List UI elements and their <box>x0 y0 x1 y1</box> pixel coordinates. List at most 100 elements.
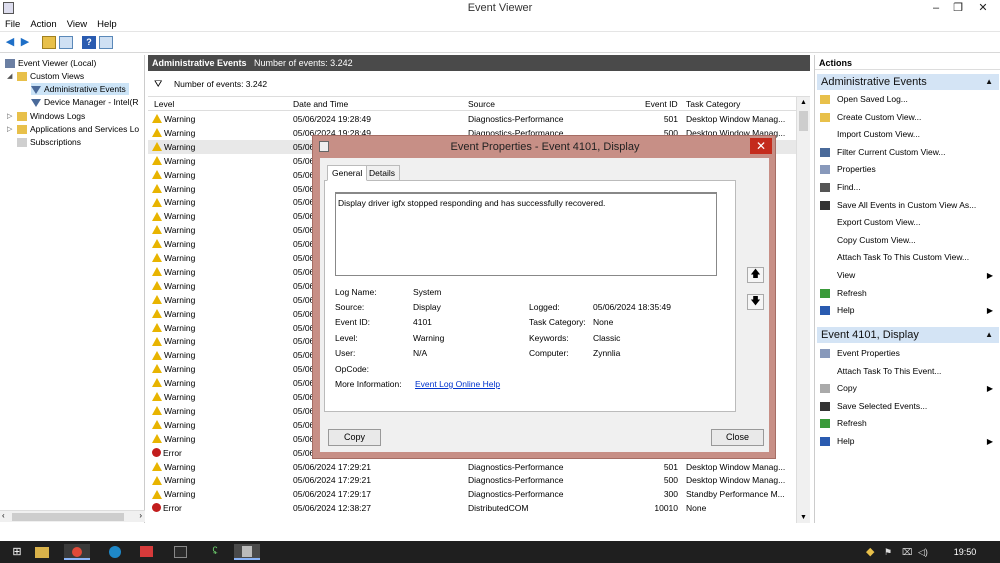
action-help[interactable]: Help ▶ <box>815 302 1000 319</box>
action-properties[interactable]: Properties <box>815 161 1000 178</box>
help-icon[interactable]: ? <box>82 36 96 49</box>
clock[interactable]: 19:50 <box>945 544 985 560</box>
tree-item-subscriptions[interactable]: Subscriptions <box>17 136 81 148</box>
collapse-section-icon[interactable]: ▲ <box>985 74 993 90</box>
menu-file[interactable]: File <box>0 17 25 32</box>
level-cell: Warning <box>164 183 196 194</box>
start-icon[interactable]: ⊞ <box>6 544 28 560</box>
tree-item-device-manager[interactable]: Device Manager - Intel(R <box>31 96 138 108</box>
copy-button[interactable]: Copy <box>328 429 381 446</box>
level-cell: Warning <box>164 155 196 166</box>
action-save-selected-events[interactable]: Save Selected Events... <box>815 398 1000 415</box>
warning-icon <box>152 239 162 249</box>
table-row[interactable]: Warning 05/06/2024 19:28:49 Diagnostics-Pe… <box>148 112 796 126</box>
previous-event-button[interactable]: 🡅 <box>747 267 764 283</box>
maximize-button[interactable]: ❐ <box>945 0 971 16</box>
source-cell: Diagnostics-Performance <box>468 114 564 124</box>
scrollbar-thumb[interactable] <box>12 513 124 521</box>
tree-item-custom-views[interactable]: Custom Views <box>17 70 84 82</box>
action-copy-custom-view[interactable]: Copy Custom View... <box>815 232 1000 249</box>
edge-icon[interactable] <box>104 544 126 560</box>
actions-section-administrative-events[interactable]: Administrative Events ▲ <box>817 74 999 90</box>
event-viewer-taskbar-icon[interactable] <box>234 544 260 560</box>
action-import-custom-view[interactable]: Import Custom View... <box>815 126 1000 143</box>
collapse-icon[interactable]: ◢ <box>7 72 12 80</box>
tab-general[interactable]: General <box>327 165 368 181</box>
tab-details[interactable]: Details <box>364 165 400 181</box>
table-row[interactable]: Error 05/06/2024 12:38:27 DistributedCOM 10… <box>148 501 796 515</box>
action-copy[interactable]: Copy ▶ <box>815 380 1000 397</box>
dialog-close-icon[interactable]: ✕ <box>750 138 772 154</box>
computer-icon <box>5 59 15 69</box>
level-cell: Error <box>163 503 182 514</box>
warning-icon <box>152 294 162 304</box>
warning-icon <box>152 489 162 499</box>
app-icon[interactable] <box>136 544 158 560</box>
tree-item-root[interactable]: Event Viewer (Local) <box>5 57 96 69</box>
action-attach-task-to-this-event[interactable]: Attach Task To This Event... <box>815 363 1000 380</box>
menu-help[interactable]: Help <box>92 17 122 32</box>
action-save-all-events-in-custom-view-as[interactable]: Save All Events in Custom View As... <box>815 197 1000 214</box>
action-open-saved-log[interactable]: Open Saved Log... <box>815 91 1000 108</box>
up-folder-icon[interactable] <box>42 36 56 49</box>
file-explorer-icon[interactable] <box>35 547 49 558</box>
column-source[interactable]: Source <box>468 99 495 109</box>
subscriptions-icon <box>17 138 27 148</box>
scroll-down-icon[interactable]: ▼ <box>800 514 807 521</box>
close-button[interactable]: Close <box>711 429 764 446</box>
create-custom-view-icon <box>820 112 830 122</box>
action-help[interactable]: Help ▶ <box>815 433 1000 450</box>
expand-icon[interactable]: ▷ <box>7 112 12 120</box>
action-create-custom-view[interactable]: Create Custom View... <box>815 109 1000 126</box>
action-view[interactable]: View ▶ <box>815 267 1000 284</box>
tree-item-applications-and-services[interactable]: Applications and Services Lo <box>17 123 139 135</box>
show-hide-tree-icon[interactable] <box>59 36 73 49</box>
column-event-id[interactable]: Event ID <box>645 99 678 109</box>
action-find[interactable]: Find... <box>815 179 1000 196</box>
scrollbar-thumb[interactable] <box>799 111 808 131</box>
events-vertical-scrollbar[interactable]: ▲ ▼ <box>796 97 810 523</box>
volume-icon[interactable]: ◁) <box>918 544 940 560</box>
menu-view[interactable]: View <box>62 17 92 32</box>
properties-icon <box>820 165 830 175</box>
level-cell: Warning <box>164 127 196 138</box>
action-refresh[interactable]: Refresh <box>815 285 1000 302</box>
action-event-properties[interactable]: Event Properties <box>815 345 1000 362</box>
back-arrow-icon[interactable]: ◀ <box>3 36 17 49</box>
next-event-button[interactable]: 🡇 <box>747 294 764 310</box>
scroll-left-icon[interactable]: ‹ <box>2 511 5 520</box>
warning-icon <box>152 128 162 138</box>
event-message[interactable]: Display driver igfx stopped responding a… <box>335 192 717 276</box>
forward-arrow-icon[interactable]: ▶ <box>18 36 32 49</box>
tree-item-administrative-events[interactable]: Administrative Events <box>31 83 129 95</box>
log-name-value: System <box>413 287 442 297</box>
menu-action[interactable]: Action <box>25 17 61 32</box>
action-refresh[interactable]: Refresh <box>815 415 1000 432</box>
scroll-right-icon[interactable]: › <box>139 511 142 520</box>
open-saved-log-icon <box>820 95 830 104</box>
tree-item-windows-logs[interactable]: Windows Logs <box>17 110 85 122</box>
scroll-up-icon[interactable]: ▲ <box>800 99 807 106</box>
keywords-label: Keywords: <box>529 333 569 343</box>
column-date-time[interactable]: Date and Time <box>293 99 348 109</box>
close-window-button[interactable]: ✕ <box>970 0 996 16</box>
expand-icon[interactable]: ▷ <box>7 125 12 133</box>
chrome-icon[interactable] <box>64 544 90 560</box>
terminal-icon[interactable] <box>170 544 192 560</box>
action-export-custom-view[interactable]: Export Custom View... <box>815 214 1000 231</box>
app-icon[interactable]: ʢ <box>204 544 226 560</box>
event-log-online-help-link[interactable]: Event Log Online Help <box>415 379 500 389</box>
column-level[interactable]: Level <box>154 99 174 109</box>
tree-horizontal-scrollbar[interactable]: ‹ › <box>0 510 145 522</box>
actions-section-event[interactable]: Event 4101, Display ▲ <box>817 327 999 343</box>
table-row[interactable]: Warning 05/06/2024 17:29:21 Diagnostics-Pe… <box>148 473 796 487</box>
action-attach-task-to-this-custom-view[interactable]: Attach Task To This Custom View... <box>815 249 1000 266</box>
table-row[interactable]: Warning 05/06/2024 17:29:17 Diagnostics-Pe… <box>148 487 796 501</box>
collapse-section-icon[interactable]: ▲ <box>985 327 993 343</box>
log-name-label: Log Name: <box>335 287 377 297</box>
table-row[interactable]: Warning 05/06/2024 17:29:21 Diagnostics-Pe… <box>148 460 796 474</box>
show-hide-action-pane-icon[interactable] <box>99 36 113 49</box>
action-filter-current-custom-view[interactable]: Filter Current Custom View... <box>815 144 1000 161</box>
column-task-category[interactable]: Task Category <box>686 99 740 109</box>
level-cell: Warning <box>164 364 196 375</box>
